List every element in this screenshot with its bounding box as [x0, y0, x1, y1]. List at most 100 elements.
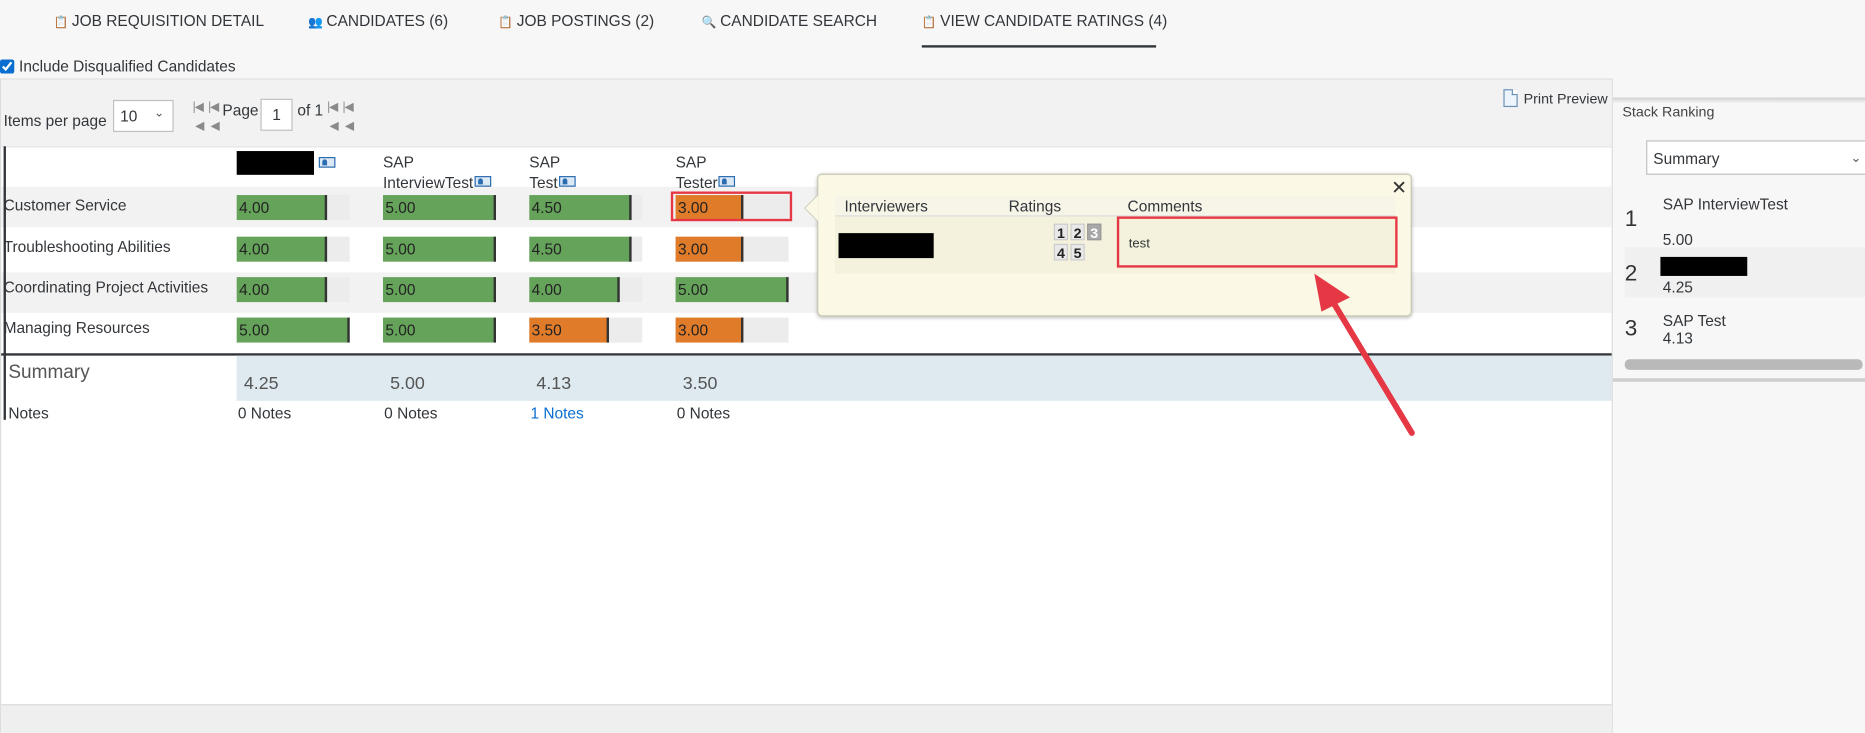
- rating-bar[interactable]: 4.00: [236, 277, 350, 303]
- rating-value: 5.00: [385, 240, 416, 259]
- notes-count: 0 Notes: [384, 404, 438, 423]
- popup-pointer-fill: [805, 195, 819, 222]
- previous-page-arrow-icon[interactable]: ◀: [195, 120, 204, 133]
- candidate-name: SAP: [529, 153, 561, 172]
- first-page-arrow-icon[interactable]: ◀: [211, 120, 220, 133]
- rating-bar[interactable]: 3.00: [675, 236, 789, 262]
- ranking-item[interactable]: 2 4.25: [1624, 247, 1865, 298]
- include-disqualified-checkbox[interactable]: [0, 58, 15, 74]
- tab-job-postings[interactable]: 📋 JOB POSTINGS (2): [498, 12, 654, 30]
- previous-page-icon[interactable]: |◀: [208, 101, 219, 114]
- ranking-score: 5.00: [1662, 230, 1693, 249]
- rating-bar[interactable]: 5.00: [382, 317, 496, 343]
- highlight-box-score: [670, 191, 793, 222]
- rating-bar[interactable]: 4.00: [236, 236, 350, 262]
- annotation-arrow-icon: [1314, 273, 1415, 436]
- tab-job-requisition-detail[interactable]: 📋 JOB REQUISITION DETAIL: [54, 12, 265, 30]
- rating-value: 4.50: [531, 240, 562, 259]
- rating-value: 4.00: [531, 280, 562, 299]
- candidate-header: [236, 151, 338, 175]
- rating-bar-fill: 5.00: [382, 236, 496, 262]
- include-disqualified-option[interactable]: Include Disqualified Candidates: [0, 57, 236, 75]
- tab-candidate-search[interactable]: 🔍 CANDIDATE SEARCH: [702, 12, 877, 30]
- candidate-profile-icon[interactable]: [558, 176, 576, 187]
- rating-bar[interactable]: 5.00: [382, 195, 496, 221]
- rating-bar-fill: 5.00: [382, 317, 496, 343]
- print-preview-button[interactable]: Print Preview: [1503, 89, 1608, 108]
- rating-bar-fill: 3.00: [675, 317, 744, 343]
- rating-bar[interactable]: 5.00: [675, 277, 789, 303]
- candidate-header: SAP Test: [529, 152, 576, 192]
- page-number-input[interactable]: 1: [260, 98, 293, 131]
- rating-bar-fill: 4.00: [236, 277, 328, 303]
- rating-bar[interactable]: 3.50: [529, 317, 643, 343]
- rating-value: 4.00: [239, 280, 270, 299]
- summary-label: Summary: [8, 362, 90, 383]
- candidate-header: SAP Tester: [676, 152, 736, 192]
- rating-bar-fill: 4.50: [529, 195, 632, 221]
- rank-number: 1: [1624, 206, 1638, 232]
- horizontal-scrollbar[interactable]: [1624, 359, 1863, 370]
- rating-bar[interactable]: 4.00: [529, 277, 643, 303]
- rating-bar-fill: 4.50: [529, 236, 632, 262]
- ratings-header: Ratings: [1008, 197, 1062, 216]
- rating-bar-fill: 4.00: [236, 195, 328, 221]
- tab-bar: 📋 JOB REQUISITION DETAIL 👥 CANDIDATES (6) …: [0, 0, 1865, 50]
- candidate-name: Test: [529, 172, 576, 192]
- notes-count: 0 Notes: [676, 404, 731, 423]
- rating-option: 5: [1070, 243, 1085, 262]
- rating-bar-fill: 5.00: [675, 277, 789, 303]
- criteria-label: Managing Resources: [3, 318, 150, 337]
- rating-value: 4.00: [239, 240, 270, 259]
- interviewers-header: Interviewers: [844, 197, 928, 216]
- people-icon: 👥: [308, 16, 323, 30]
- next-page-icon[interactable]: |◀: [327, 101, 338, 114]
- ranking-item[interactable]: 1 SAP InterviewTest 5.00: [1624, 190, 1865, 249]
- candidate-header: SAP InterviewTest: [383, 152, 492, 192]
- rating-value: 5.00: [677, 280, 709, 299]
- rating-bar-fill: 4.00: [236, 236, 328, 262]
- chevron-down-icon: ⌄: [1850, 151, 1862, 166]
- ranking-item[interactable]: 3 SAP Test 4.13: [1625, 307, 1865, 350]
- candidate-profile-icon[interactable]: [718, 176, 736, 187]
- candidate-profile-icon[interactable]: [318, 157, 336, 168]
- rating-value: 5.00: [385, 280, 416, 299]
- next-page-arrow-icon[interactable]: ◀: [329, 120, 338, 133]
- ranking-criteria-select[interactable]: Summary ⌄: [1646, 140, 1865, 175]
- notes-count: 0 Notes: [237, 404, 292, 423]
- tab-candidates[interactable]: 👥 CANDIDATES (6): [308, 12, 448, 30]
- ranking-score: 4.13: [1662, 329, 1693, 348]
- first-page-icon[interactable]: |◀: [193, 101, 204, 114]
- last-page-icon[interactable]: |◀: [343, 101, 354, 114]
- rating-bar-fill: 5.00: [382, 277, 496, 303]
- items-per-page-select[interactable]: 10 ⌄: [112, 99, 174, 133]
- clipboard-icon: 📋: [921, 16, 937, 30]
- summary-score: 3.50: [682, 373, 718, 394]
- rank-number: 3: [1624, 316, 1638, 342]
- rating-bar-fill: 5.00: [382, 195, 496, 221]
- candidate-profile-icon[interactable]: [474, 176, 492, 187]
- notes-link[interactable]: 1 Notes: [530, 404, 583, 422]
- stack-ranking-title: Stack Ranking: [1622, 103, 1715, 121]
- tab-view-candidate-ratings[interactable]: 📋 VIEW CANDIDATE RATINGS (4): [921, 12, 1167, 48]
- rating-bar-fill: 3.00: [675, 236, 744, 262]
- page-count-label: of 1: [297, 101, 324, 119]
- rating-bar[interactable]: 5.00: [382, 277, 496, 303]
- rating-bar[interactable]: 5.00: [382, 236, 496, 262]
- rating-bar[interactable]: 4.00: [236, 195, 350, 221]
- rating-value: 3.00: [677, 321, 709, 339]
- candidate-name-redacted: [236, 151, 315, 175]
- rating-bar[interactable]: 4.50: [529, 236, 643, 262]
- ranking-name: SAP Test: [1662, 311, 1726, 330]
- rating-bar[interactable]: 5.00: [236, 317, 350, 343]
- criteria-label: Customer Service: [3, 196, 127, 215]
- clipboard-icon: 📋: [498, 16, 514, 30]
- last-page-arrow-icon[interactable]: ◀: [345, 120, 354, 133]
- rating-bar[interactable]: 4.50: [529, 195, 643, 221]
- rating-option: 2: [1070, 223, 1085, 241]
- items-per-page-label: Items per page: [3, 111, 107, 130]
- rating-value: 5.00: [385, 321, 416, 339]
- search-icon: 🔍: [701, 16, 717, 30]
- rating-bar[interactable]: 3.00: [675, 317, 789, 343]
- rank-number: 2: [1624, 261, 1638, 287]
